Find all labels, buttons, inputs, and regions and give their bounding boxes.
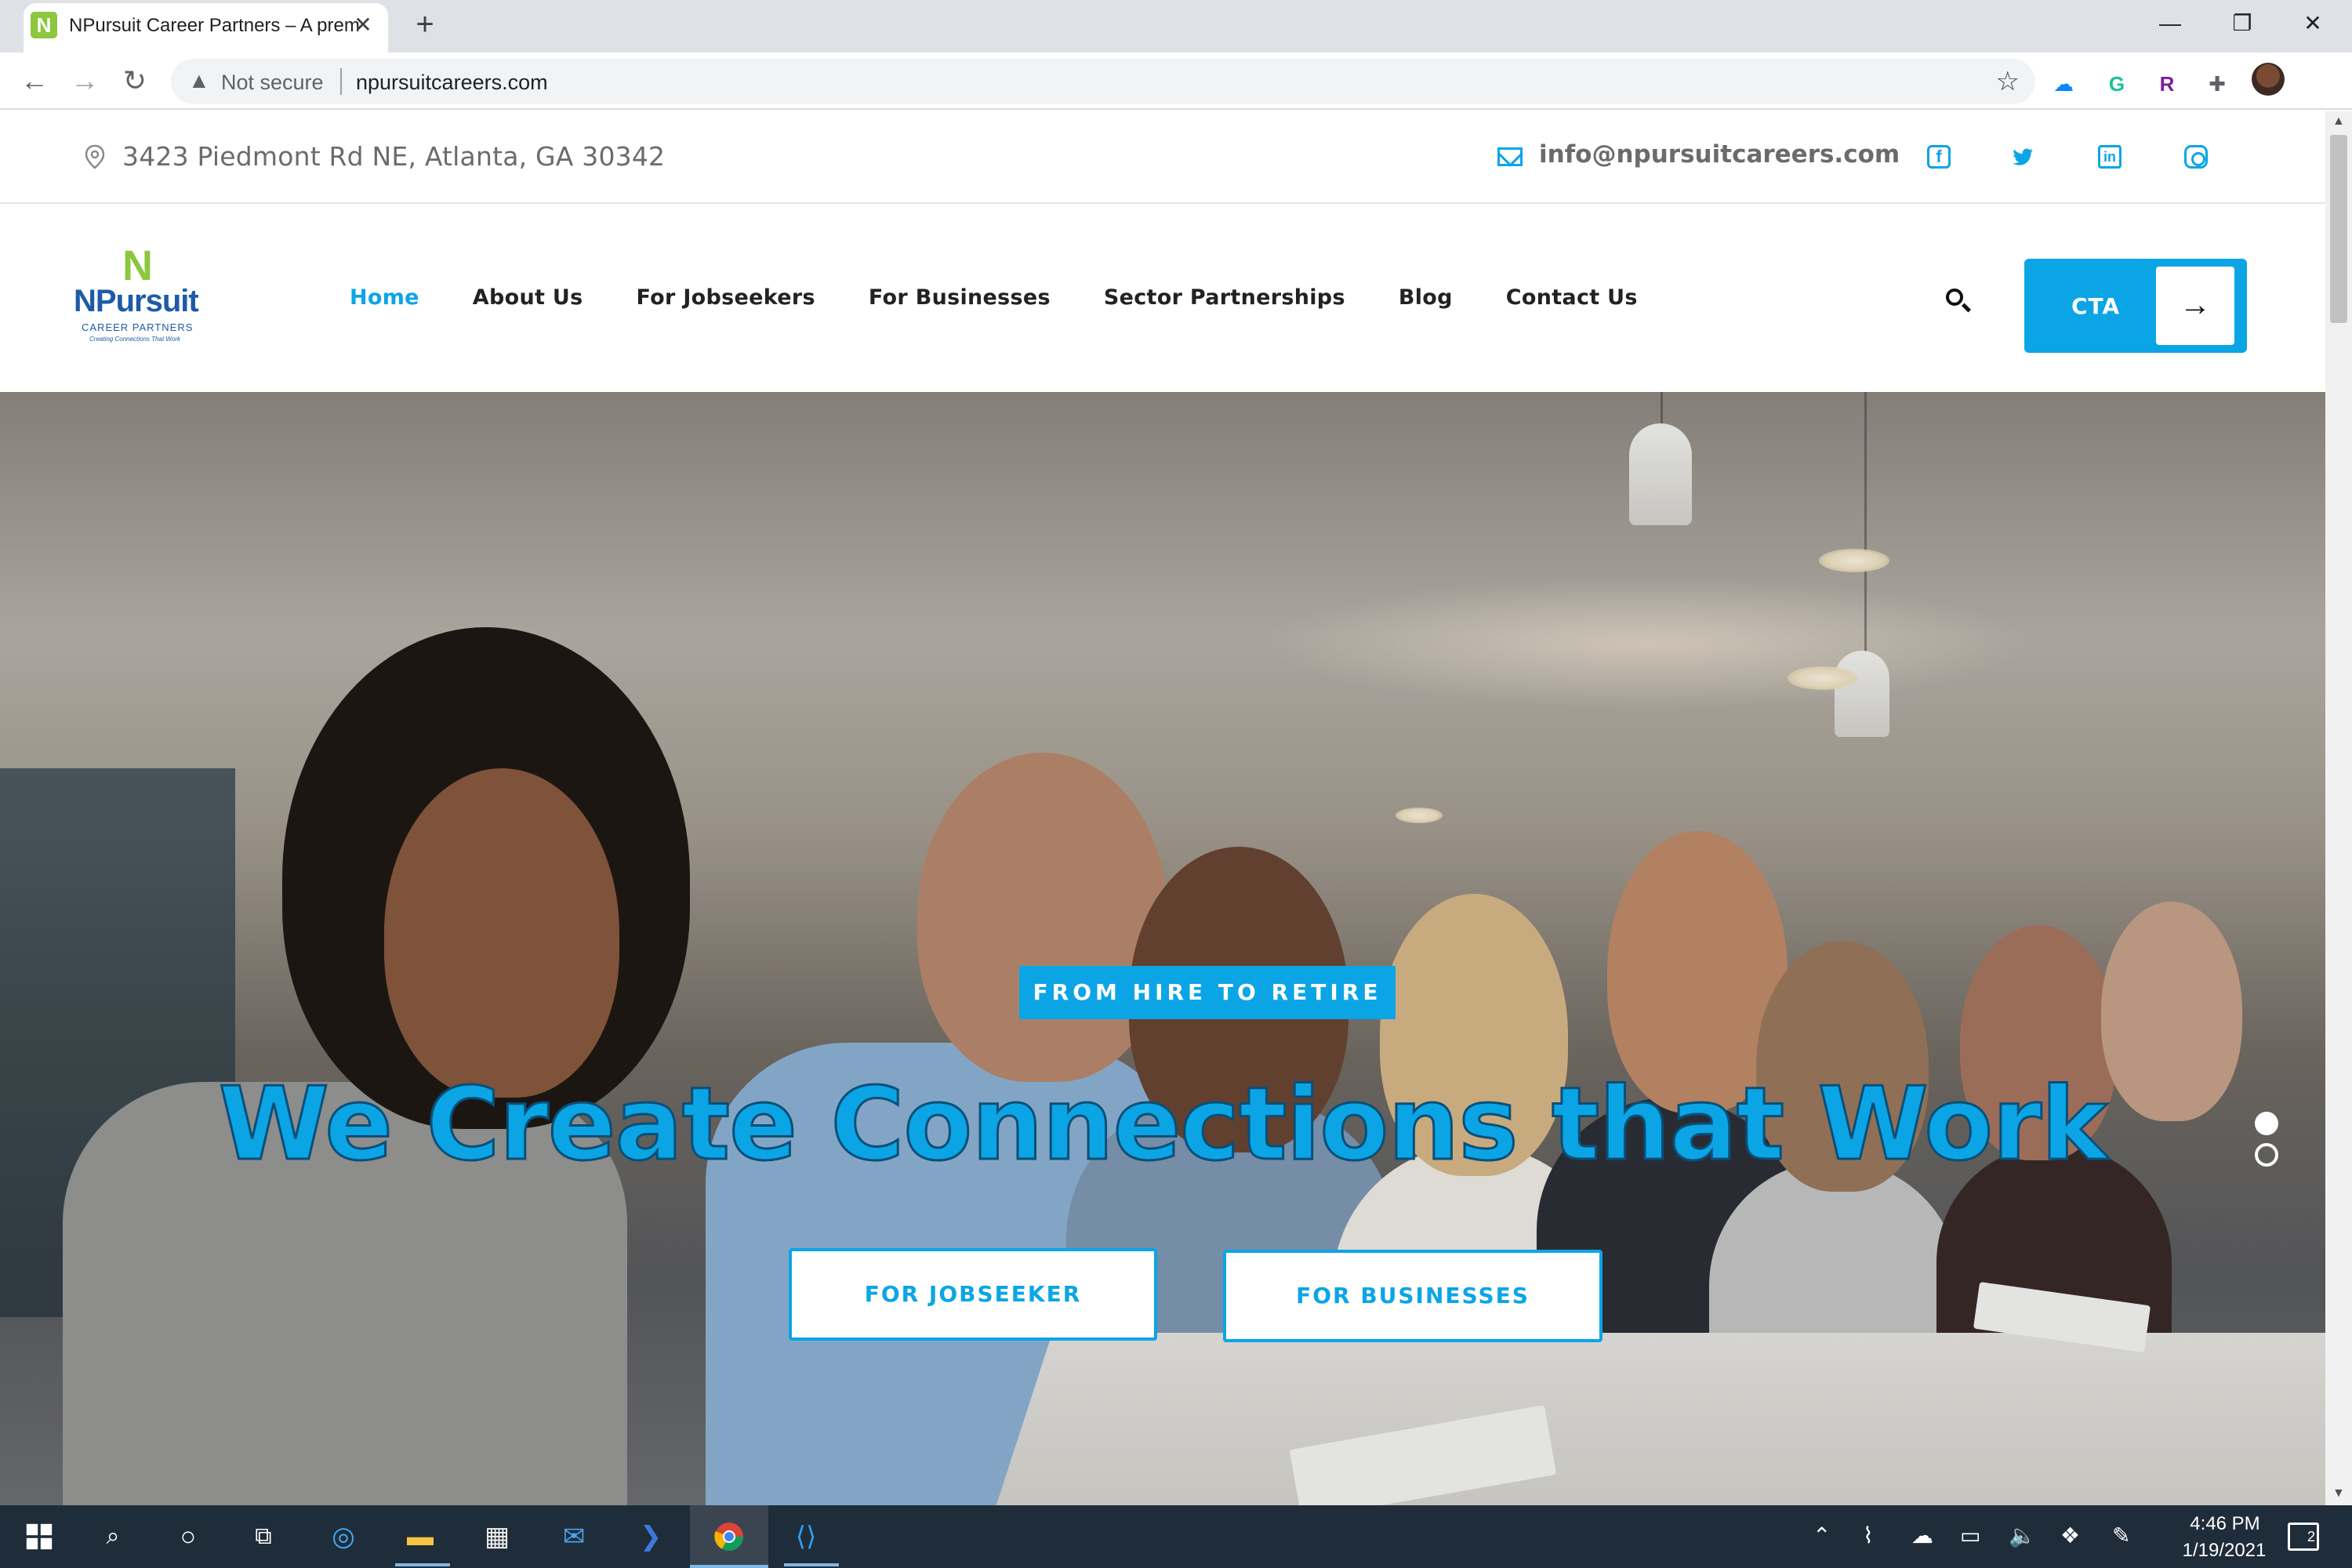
logo-subtitle: CAREER PARTNERS bbox=[82, 321, 194, 333]
logo-tagline: Creating Connections That Work bbox=[89, 336, 181, 343]
restore-window-button[interactable]: ❐ bbox=[2219, 6, 2266, 41]
address-bar[interactable]: ▲ Not secure npursuitcareers.com ☆ bbox=[171, 59, 2035, 104]
hero-banner: FROM HIRE TO RETIRE We Create Connection… bbox=[0, 392, 2325, 1505]
windows-taskbar: ⌕ ○ ⧉ ◎ ▬ ▦ ✉ ❯ ⟨⟩ ⌃ ⌇ ☁ ▭ 🔈 ❖ ✎ 4:46 PM… bbox=[0, 1505, 2352, 1568]
nav-item-for-jobseekers[interactable]: For Jobseekers bbox=[637, 285, 815, 310]
windows-start-icon[interactable] bbox=[19, 1516, 60, 1557]
page-viewport: 3423 Piedmont Rd NE, Atlanta, GA 30342 i… bbox=[0, 111, 2325, 1505]
profile-avatar[interactable] bbox=[2252, 63, 2285, 96]
scroll-thumb[interactable] bbox=[2330, 135, 2347, 323]
for-jobseeker-button[interactable]: FOR JOBSEEKER bbox=[789, 1248, 1157, 1341]
chevron-up-icon[interactable]: ⌃ bbox=[1813, 1523, 1831, 1548]
security-label[interactable]: Not secure bbox=[221, 71, 324, 95]
taskbar-indicator bbox=[395, 1563, 450, 1566]
browser-toolbar: ← → ↻ ▲ Not secure npursuitcareers.com ☆… bbox=[0, 53, 2352, 145]
file-explorer-icon[interactable]: ▬ bbox=[400, 1516, 441, 1557]
onedrive-icon[interactable]: ☁ bbox=[2048, 68, 2079, 100]
powershell-icon[interactable]: ❯ bbox=[630, 1516, 671, 1557]
scroll-up-icon[interactable]: ▲ bbox=[2332, 114, 2345, 129]
hero-headline: We Create Connections that Work bbox=[217, 1065, 2109, 1185]
pen-icon[interactable]: ✎ bbox=[2112, 1523, 2130, 1548]
forward-icon[interactable]: → bbox=[66, 62, 103, 100]
chrome-icon[interactable] bbox=[709, 1516, 750, 1557]
edge-icon[interactable]: ◎ bbox=[323, 1516, 364, 1557]
for-businesses-button[interactable]: FOR BUSINESSES bbox=[1223, 1250, 1602, 1342]
nav-item-home[interactable]: Home bbox=[350, 285, 419, 310]
close-tab-icon[interactable]: ✕ bbox=[350, 13, 376, 38]
r-extension-icon[interactable]: R bbox=[2151, 68, 2183, 100]
puzzle-icon[interactable]: ✚ bbox=[2201, 68, 2233, 100]
bookmark-star-icon[interactable]: ☆ bbox=[1996, 66, 2020, 97]
url-text[interactable]: npursuitcareers.com bbox=[356, 71, 548, 95]
mail-app-icon[interactable]: ✉ bbox=[554, 1516, 594, 1557]
facebook-icon[interactable]: f bbox=[1927, 145, 1951, 169]
site-favicon-icon: N bbox=[31, 12, 57, 38]
clock-date[interactable]: 1/19/2021 bbox=[2165, 1540, 2283, 1562]
clock-time[interactable]: 4:46 PM bbox=[2178, 1513, 2272, 1535]
nav-item-for-businesses[interactable]: For Businesses bbox=[869, 285, 1051, 310]
cta-button[interactable]: CTA → bbox=[2024, 259, 2247, 353]
scroll-down-icon[interactable]: ▼ bbox=[2332, 1486, 2345, 1501]
nav-item-about-us[interactable]: About Us bbox=[473, 285, 583, 310]
map-pin-icon bbox=[85, 144, 105, 169]
browser-tabstrip: N NPursuit Career Partners – A premier ✕… bbox=[0, 0, 2352, 53]
arrow-right-icon: → bbox=[2156, 267, 2234, 345]
cta-label: CTA bbox=[2071, 293, 2121, 319]
omnibox-divider bbox=[340, 68, 342, 95]
nav-item-contact-us[interactable]: Contact Us bbox=[1506, 285, 1638, 310]
nav-item-sector-partnerships[interactable]: Sector Partnerships bbox=[1104, 285, 1345, 310]
store-icon[interactable]: ▦ bbox=[477, 1516, 517, 1557]
site-logo[interactable]: N NPursuit CAREER PARTNERS Creating Conn… bbox=[74, 242, 207, 343]
battery-icon[interactable]: ▭ bbox=[1960, 1523, 1980, 1548]
mail-icon bbox=[1497, 147, 1523, 166]
network-icon[interactable]: ⌇ bbox=[1863, 1523, 1874, 1548]
search-icon[interactable] bbox=[1944, 287, 1973, 315]
taskbar-indicator bbox=[784, 1563, 839, 1566]
volume-icon[interactable]: 🔈 bbox=[2009, 1523, 2036, 1548]
reload-icon[interactable]: ↻ bbox=[116, 62, 154, 100]
hero-overlay bbox=[0, 392, 2325, 1505]
vscode-icon[interactable]: ⟨⟩ bbox=[786, 1516, 826, 1557]
dropbox-icon[interactable]: ❖ bbox=[2060, 1523, 2080, 1548]
logo-name: NPursuit bbox=[74, 284, 199, 318]
instagram-icon[interactable] bbox=[2184, 145, 2208, 169]
new-tab-button[interactable]: + bbox=[408, 8, 442, 42]
page-scrollbar[interactable]: ▲ ▼ bbox=[2325, 111, 2352, 1505]
minimize-window-button[interactable]: — bbox=[2147, 6, 2194, 41]
onedrive-tray-icon[interactable]: ☁ bbox=[1911, 1523, 1933, 1548]
top-info-bar: 3423 Piedmont Rd NE, Atlanta, GA 30342 i… bbox=[0, 111, 2325, 204]
logo-mark: N bbox=[122, 242, 153, 289]
search-icon[interactable]: ⌕ bbox=[93, 1516, 133, 1557]
close-window-button[interactable]: ✕ bbox=[2289, 6, 2336, 41]
tab-title: NPursuit Career Partners – A premier bbox=[69, 15, 359, 36]
hero-badge: FROM HIRE TO RETIRE bbox=[1019, 966, 1396, 1019]
grammarly-icon[interactable]: G bbox=[2101, 68, 2132, 100]
notification-center-icon[interactable]: 2 bbox=[2288, 1523, 2319, 1551]
task-view-icon[interactable]: ⧉ bbox=[243, 1516, 284, 1557]
slider-dot-2[interactable] bbox=[2255, 1143, 2278, 1167]
linkedin-icon[interactable]: in bbox=[2098, 145, 2122, 169]
slider-dot-1[interactable] bbox=[2255, 1112, 2278, 1135]
cortana-icon[interactable]: ○ bbox=[168, 1516, 209, 1557]
browser-tab[interactable]: N NPursuit Career Partners – A premier ✕ bbox=[24, 3, 388, 53]
email-link[interactable]: info@npursuitcareers.com bbox=[1539, 140, 1900, 169]
back-icon[interactable]: ← bbox=[16, 62, 53, 100]
site-header: N NPursuit CAREER PARTNERS Creating Conn… bbox=[0, 205, 2325, 392]
main-nav: Home About Us For Jobseekers For Busines… bbox=[350, 285, 1691, 310]
warning-icon[interactable]: ▲ bbox=[188, 68, 210, 93]
twitter-icon[interactable] bbox=[2012, 145, 2035, 169]
nav-item-blog[interactable]: Blog bbox=[1399, 285, 1453, 310]
address-text: 3423 Piedmont Rd NE, Atlanta, GA 30342 bbox=[122, 141, 666, 172]
